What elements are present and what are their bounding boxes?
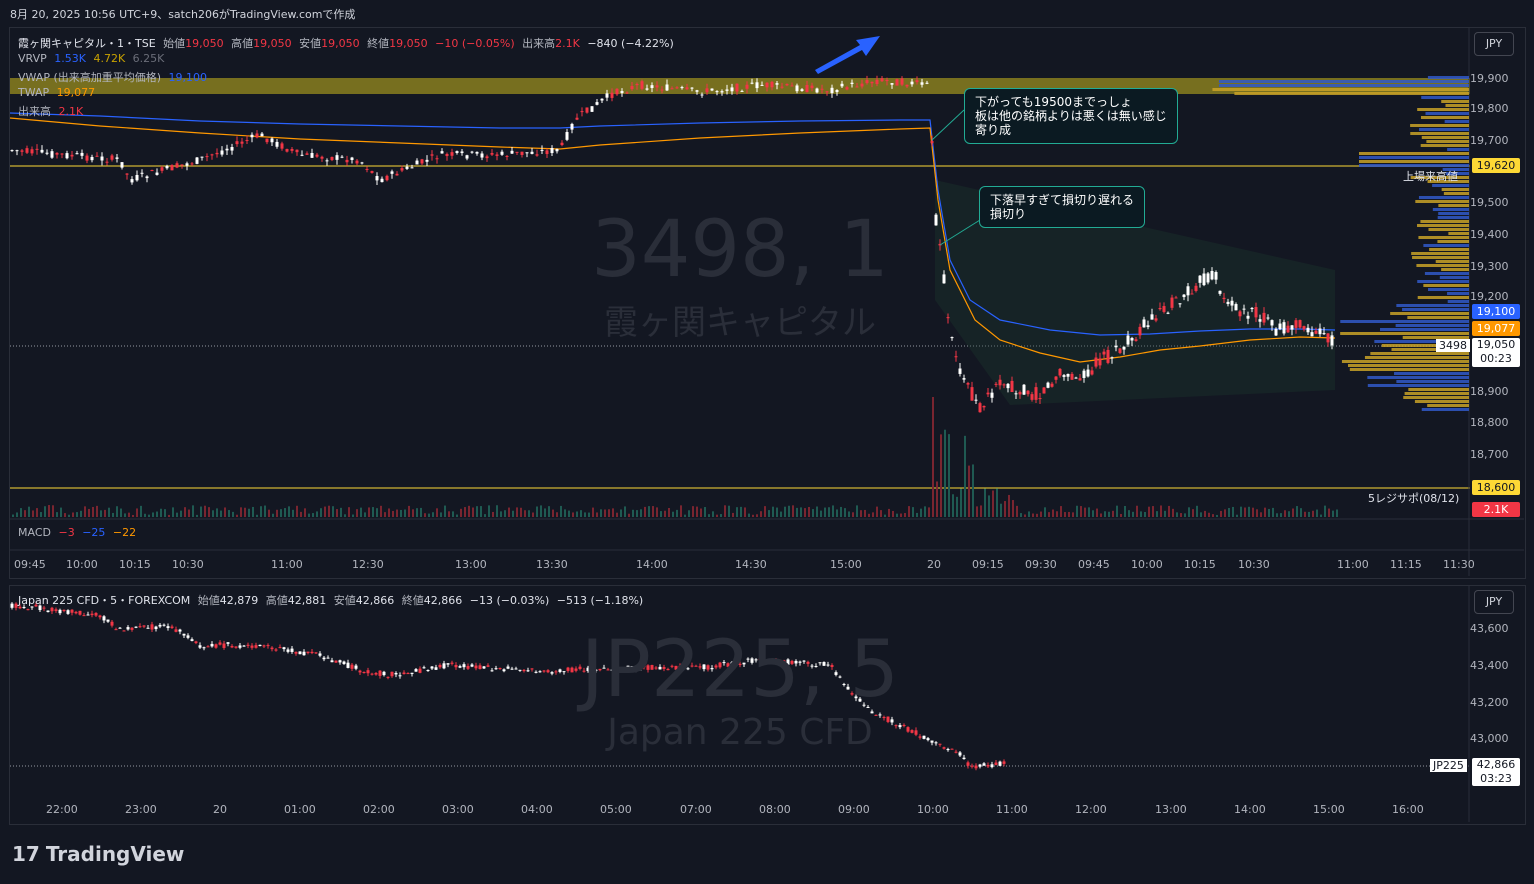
jp225-symbol-tag: JP225 (1430, 759, 1467, 772)
price-tick: 19,200 (1470, 290, 1509, 303)
indicator-twap[interactable]: TWAP 19,077 (18, 86, 99, 99)
time-tick: 11:15 (1390, 558, 1422, 571)
price-tick: 19,300 (1470, 260, 1509, 273)
time-tick: 09:45 (14, 558, 46, 571)
time-tick: 11:00 (1337, 558, 1369, 571)
time-tick: 09:45 (1078, 558, 1110, 571)
time-tick: 13:00 (455, 558, 487, 571)
jp225-watermark: JP225, 5 (580, 625, 900, 715)
volume-value: 2.1K (555, 37, 580, 50)
currency-button[interactable]: JPY (1474, 32, 1514, 56)
resistance-label: 上場来高値 (1403, 170, 1458, 183)
time-tick: 15:00 (830, 558, 862, 571)
time-tick: 10:00 (66, 558, 98, 571)
price-tick: 18,800 (1470, 416, 1509, 429)
time-tick: 07:00 (680, 803, 712, 816)
price-tick: 19,500 (1470, 196, 1509, 209)
time-tick: 04:00 (521, 803, 553, 816)
price-tick: 19,400 (1470, 228, 1509, 241)
close-value: 19,050 (389, 37, 428, 50)
time-tick: 08:00 (759, 803, 791, 816)
indicator-vrvp[interactable]: VRVP 1.53K 4.72K 6.25K (18, 52, 168, 65)
annotation-arrow (815, 36, 880, 74)
time-tick: 22:00 (46, 803, 78, 816)
high-value: 19,050 (253, 37, 292, 50)
time-tick: 13:00 (1155, 803, 1187, 816)
time-tick: 03:00 (442, 803, 474, 816)
annotation-callout-1[interactable]: 下がっても19500までっしょ 板は他の銘柄よりは悪くは無い感じ 寄り成 (964, 88, 1178, 144)
time-tick: 15:00 (1313, 803, 1345, 816)
time-tick: 09:15 (972, 558, 1004, 571)
price-tick: 43,000 (1470, 732, 1509, 745)
resistance-price-tag: 19,620 (1472, 158, 1520, 173)
symbol-title[interactable]: 霞ヶ関キャピタル・1・TSE (18, 37, 156, 50)
time-tick: 10:15 (119, 558, 151, 571)
symbol-watermark-name: 霞ヶ関キャピタル (604, 303, 876, 343)
time-tick: 10:30 (1238, 558, 1270, 571)
tradingview-logo-icon: 𝟭𝟳 (12, 842, 40, 866)
time-tick: 09:30 (1025, 558, 1057, 571)
support-label: 5レジサポ(08/12) (1368, 492, 1460, 505)
time-tick: 11:00 (271, 558, 303, 571)
price-tick: 19,800 (1470, 102, 1509, 115)
day-change-value: −840 (−4.22%) (587, 37, 674, 50)
indicator-volume[interactable]: 出来高 2.1K (18, 103, 87, 119)
time-tick: 12:30 (352, 558, 384, 571)
price-tick: 19,700 (1470, 134, 1509, 147)
time-tick: 10:00 (917, 803, 949, 816)
price-tick: 18,900 (1470, 385, 1509, 398)
indicator-vwap[interactable]: VWAP (出来高加重平均価格) 19,100 (18, 69, 211, 85)
time-tick: 16:00 (1392, 803, 1424, 816)
price-tick: 43,600 (1470, 622, 1509, 635)
time-tick: 02:00 (363, 803, 395, 816)
indicator-macd[interactable]: MACD −3 −25 −22 (18, 526, 140, 539)
time-tick: 14:30 (735, 558, 767, 571)
symbol-price-tag: 3498 (1436, 339, 1470, 352)
time-tick: 20 (927, 558, 941, 571)
twap-price-tag: 19,077 (1472, 321, 1520, 336)
time-tick: 14:00 (1234, 803, 1266, 816)
jp225-title[interactable]: Japan 225 CFD・5・FOREXCOM (18, 594, 190, 607)
jp225-legend[interactable]: Japan 225 CFD・5・FOREXCOM 始値42,879 高値42,8… (18, 592, 647, 608)
price-tick: 43,200 (1470, 696, 1509, 709)
open-value: 19,050 (185, 37, 224, 50)
time-tick: 13:30 (536, 558, 568, 571)
price-tick: 18,700 (1470, 448, 1509, 461)
time-tick: 01:00 (284, 803, 316, 816)
tradingview-logo: 𝟭𝟳 TradingView (12, 842, 185, 866)
time-tick: 23:00 (125, 803, 157, 816)
support-price-tag: 18,600 (1472, 480, 1520, 495)
time-tick: 05:00 (600, 803, 632, 816)
jp225-watermark-name: Japan 225 CFD (607, 712, 873, 753)
jp225-last-price-tag: 42,866 03:23 (1472, 758, 1520, 786)
time-tick: 12:00 (1075, 803, 1107, 816)
time-tick: 10:15 (1184, 558, 1216, 571)
time-tick: 11:30 (1443, 558, 1475, 571)
change-value: −10 (−0.05%) (435, 37, 515, 50)
price-tick: 43,400 (1470, 659, 1509, 672)
jp225-currency-button[interactable]: JPY (1474, 590, 1514, 614)
time-tick: 09:00 (838, 803, 870, 816)
time-tick: 10:00 (1131, 558, 1163, 571)
symbol-legend[interactable]: 霞ヶ関キャピタル・1・TSE 始値19,050 高値19,050 安値19,05… (18, 35, 678, 51)
time-tick: 20 (213, 803, 227, 816)
time-tick: 11:00 (996, 803, 1028, 816)
volume-tag: 2.1K (1472, 502, 1520, 517)
annotation-callout-2[interactable]: 下落早すぎて損切り遅れる 損切り (979, 186, 1146, 228)
price-tick: 19,900 (1470, 72, 1509, 85)
vwap-price-tag: 19,100 (1472, 304, 1520, 319)
time-tick: 10:30 (172, 558, 204, 571)
time-tick: 14:00 (636, 558, 668, 571)
low-value: 19,050 (321, 37, 360, 50)
last-price-tag: 19,050 00:23 (1472, 338, 1520, 367)
volume-bars (12, 397, 1338, 517)
symbol-watermark: 3498, 1 (591, 205, 889, 295)
